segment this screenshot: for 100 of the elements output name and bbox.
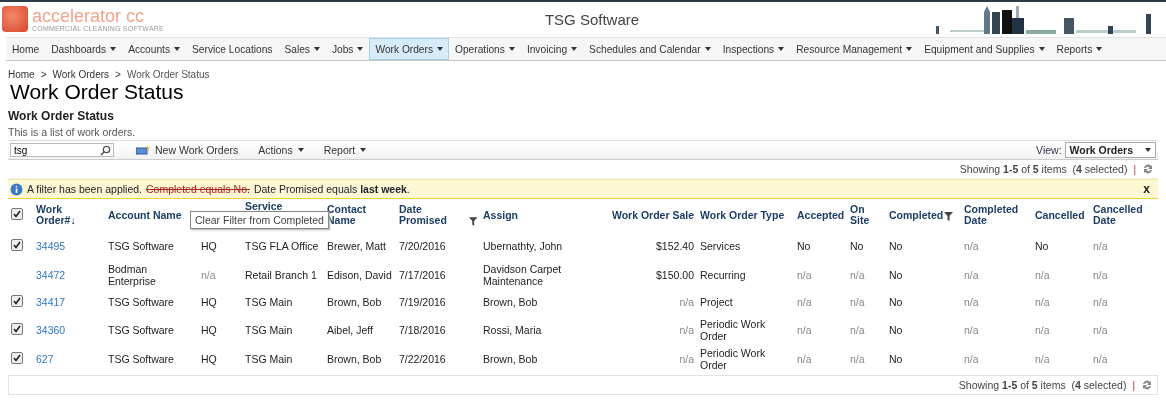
view-dropdown[interactable]: Work Orders (1064, 142, 1156, 158)
table-cell: 7/19/2016 (399, 296, 446, 308)
table-cell: TSG FLA Office (245, 239, 319, 252)
row-checkbox[interactable] (11, 238, 23, 251)
column-header[interactable]: Work Order Sale (611, 209, 694, 221)
work-order-link[interactable]: 34360 (36, 323, 66, 336)
table-cell: n/a (964, 323, 979, 336)
table-cell: n/a (1035, 352, 1050, 365)
column-header[interactable]: Work Order Type (700, 209, 785, 221)
filter-message: A filter has been applied. (27, 183, 142, 195)
table-cell: TSG Software (108, 296, 174, 308)
column-header[interactable]: Cancelled (1035, 209, 1085, 221)
nav-menu-item[interactable]: Jobs (325, 38, 370, 60)
column-header[interactable]: Date Promised (399, 204, 468, 226)
breadcrumb-link[interactable]: Work Orders (52, 69, 110, 80)
table-cell: Brown, Bob (483, 296, 538, 308)
work-order-link[interactable]: 34472 (36, 268, 66, 281)
nav-menu-item[interactable]: Invoicing (520, 38, 584, 60)
row-checkbox[interactable] (11, 322, 23, 335)
info-icon (10, 182, 23, 196)
caret-icon (360, 148, 367, 152)
caret-icon (297, 148, 304, 152)
row-checkbox[interactable] (11, 295, 23, 307)
table-cell: n/a (1093, 323, 1108, 336)
table-cell: No (850, 239, 864, 252)
column-header[interactable]: Completed (889, 209, 944, 221)
filter-icon[interactable] (944, 211, 954, 221)
brand-name: accelerator cc (32, 6, 146, 25)
search-field[interactable]: tsg (10, 143, 114, 157)
breadcrumb-link[interactable]: Home (8, 69, 35, 80)
nav-menu-item[interactable]: Operations (449, 38, 521, 60)
nav-menu-item[interactable]: Inspections (716, 38, 791, 60)
column-header[interactable]: Work Order#↓ (36, 204, 102, 226)
close-button[interactable]: x (1143, 182, 1150, 196)
nav-menu-item[interactable]: Reports (1050, 38, 1109, 60)
logo-icon (2, 6, 28, 32)
breadcrumb-current: Work Order Status (126, 69, 210, 80)
refresh-icon[interactable] (1141, 379, 1153, 391)
table-cell: n/a (850, 296, 865, 308)
table-cell: n/a (964, 352, 979, 365)
table-cell: No (797, 239, 811, 252)
table-cell: No (1035, 239, 1049, 252)
table-cell: 7/22/2016 (399, 352, 446, 365)
filter-icon[interactable] (468, 217, 477, 226)
table-cell: TSG Main (245, 352, 293, 365)
table-cell: n/a (679, 323, 694, 336)
column-header[interactable]: Service (245, 201, 283, 212)
table-cell: n/a (850, 352, 865, 365)
table-cell: Bodman Enterprise (108, 262, 156, 287)
refresh-icon[interactable] (1142, 163, 1154, 175)
toolbar-menu[interactable]: Report (313, 144, 377, 156)
column-header[interactable]: On Site (850, 204, 883, 226)
column-header[interactable]: Accepted (797, 209, 845, 221)
table-cell: n/a (1035, 323, 1050, 336)
table-cell: TSG Software (108, 323, 174, 336)
table-cell: n/a (797, 268, 812, 281)
table-cell: $152.40 (656, 239, 694, 252)
table-cell: Brewer, Matt (327, 239, 386, 252)
column-header[interactable]: Assign (483, 209, 518, 221)
row-checkbox[interactable] (11, 351, 23, 364)
nav-menu-item[interactable]: Schedules and Calendar (583, 38, 717, 60)
nav-menu-item[interactable]: Service Locations (186, 38, 279, 60)
nav-menu-item[interactable]: Home (6, 38, 46, 60)
page-title: Work Order Status (10, 80, 185, 103)
nav-menu-item[interactable]: Work Orders (369, 38, 450, 60)
pager-text: Showing 1-5 of 5 items (4 selected) (958, 379, 1127, 391)
work-order-link[interactable]: 627 (36, 352, 54, 365)
table-cell: Edison, David (327, 268, 392, 281)
nav-menu-item[interactable]: Dashboards (45, 38, 123, 60)
table-cell: n/a (1035, 296, 1050, 308)
table-cell: Periodic Work Order (700, 317, 766, 342)
pager-text: Showing 1-5 of 5 items (4 selected) (959, 163, 1128, 175)
table-cell: No (889, 239, 903, 252)
table-cell: Brown, Bob (483, 352, 538, 365)
work-order-link[interactable]: 34495 (36, 239, 66, 252)
table-cell: TSG Software (108, 352, 174, 365)
table-cell: n/a (797, 352, 812, 365)
table-cell: Retail Branch 1 (245, 268, 317, 281)
column-header[interactable]: Account Name (108, 209, 182, 221)
select-all-checkbox[interactable] (11, 208, 23, 220)
tooltip: Clear Filter from Completed (190, 211, 329, 229)
nav-menu-item[interactable]: Equipment and Supplies (918, 38, 1051, 60)
toolbar-menu[interactable]: Actions (248, 144, 314, 156)
section-description: This is a list of work orders. (8, 126, 137, 138)
table-cell: n/a (850, 323, 865, 336)
nav-menu-item[interactable]: Sales (278, 38, 326, 60)
nav-menu-item[interactable]: Resource Management (790, 38, 919, 60)
table-cell: n/a (797, 296, 812, 308)
column-header[interactable]: Completed Date (964, 204, 1029, 226)
search-icon[interactable] (100, 145, 111, 156)
filter-condition: Date Promised equals last week. (253, 183, 410, 195)
new-work-orders-button[interactable]: New Work Orders (126, 144, 249, 156)
table-cell: Project (700, 296, 733, 308)
work-order-link[interactable]: 34417 (36, 296, 66, 308)
column-header[interactable]: Cancelled Date (1093, 204, 1143, 226)
table-cell: Aibel, Jeff (327, 323, 373, 336)
table-cell: Brown, Bob (327, 352, 382, 365)
table-cell: n/a (964, 296, 979, 308)
table-cell: Brown, Bob (327, 296, 382, 308)
nav-menu-item[interactable]: Accounts (122, 38, 187, 60)
